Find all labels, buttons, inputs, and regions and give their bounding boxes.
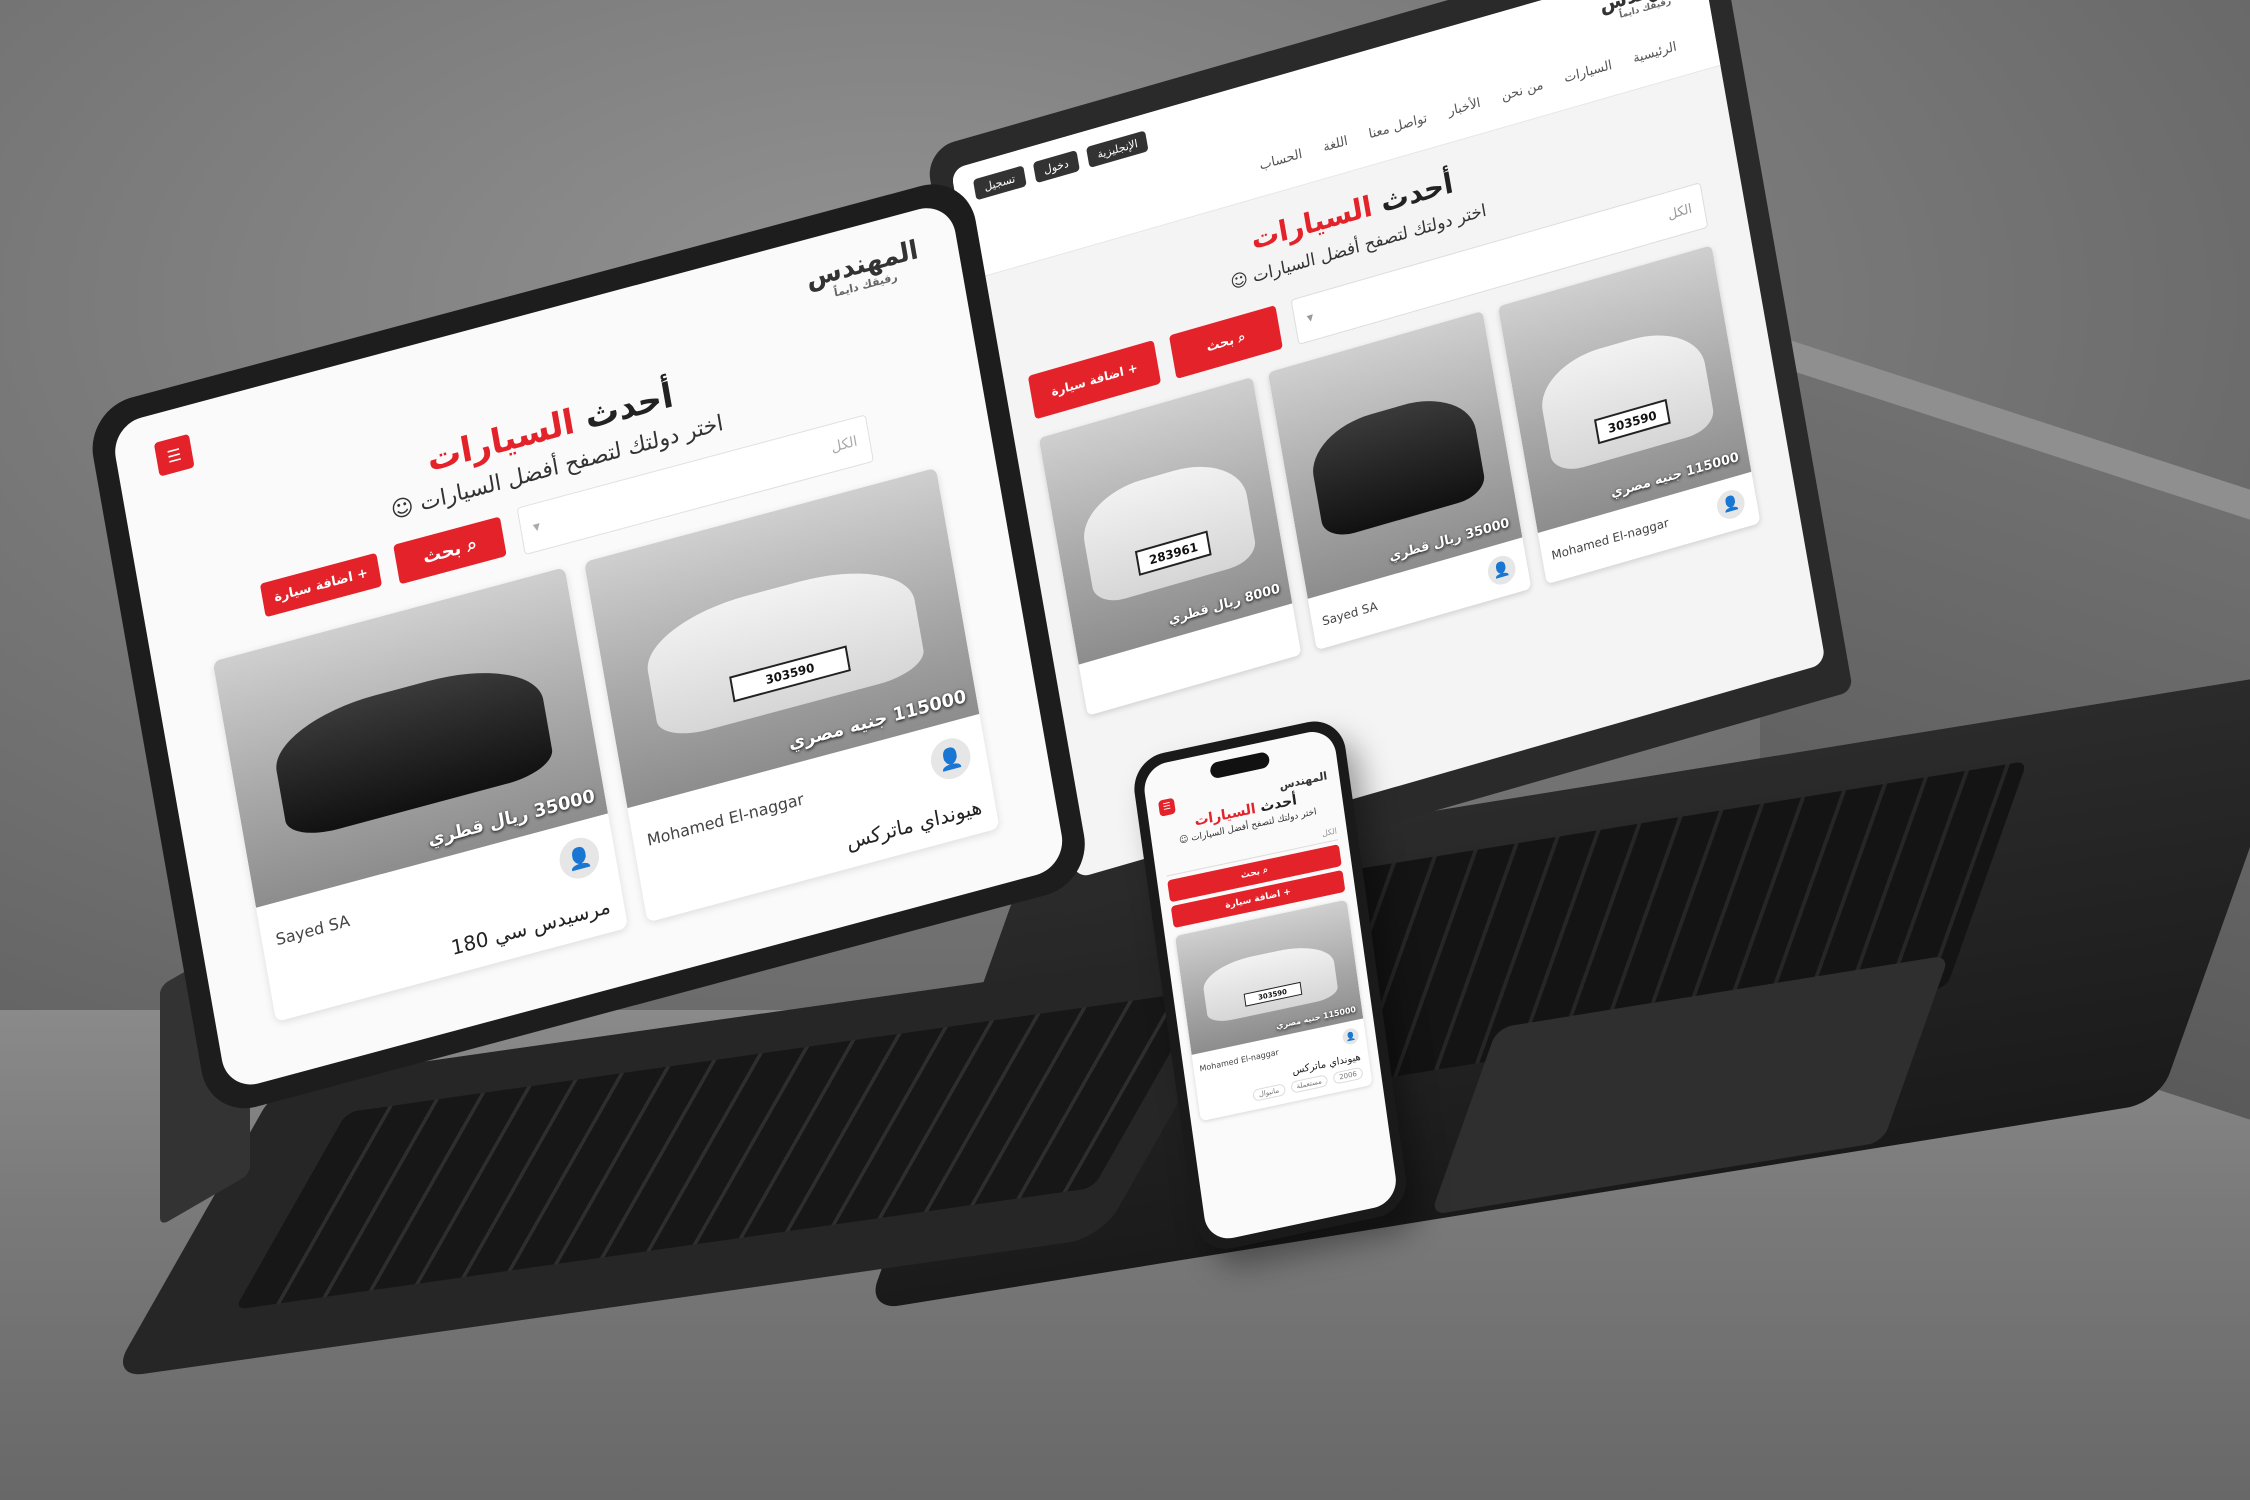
owner-name: Sayed SA (1321, 598, 1379, 629)
plus-icon: + (1126, 360, 1139, 378)
chevron-down-icon: ▾ (1305, 309, 1315, 327)
search-icon: ⌕ (465, 532, 479, 557)
nav-account[interactable]: الحساب (1258, 146, 1303, 173)
car-shape (1305, 386, 1488, 542)
country-select-value: الكل (1666, 201, 1694, 223)
add-car-label: اضافة سيارة (272, 569, 355, 605)
search-icon: ⌕ (1236, 329, 1247, 346)
register-button[interactable]: تسجيل (972, 164, 1027, 200)
car-price: 8000 ريال قطري (1167, 581, 1282, 629)
nav-home[interactable]: الرئيسية (1632, 39, 1678, 66)
car-card[interactable]: 35000 ريال قطري Sayed SA 👤 مرسيدس سي 180 (212, 567, 629, 1022)
car-card[interactable]: 35000 ريال قطري Sayed SA 👤 (1268, 310, 1532, 651)
nav-cars[interactable]: السيارات (1563, 57, 1613, 85)
search-button-label: بحث (421, 537, 463, 568)
login-button[interactable]: دخول (1032, 149, 1080, 183)
user-avatar-icon: 👤 (1340, 1025, 1361, 1048)
nav-about[interactable]: من نحن (1500, 77, 1544, 104)
country-select-value: الكل (830, 433, 859, 457)
menu-button[interactable]: ☰ (153, 433, 195, 477)
nav-news[interactable]: الأخبار (1447, 95, 1482, 119)
car-photo: 283961 8000 ريال قطري (1038, 376, 1293, 665)
plus-icon: + (355, 565, 370, 583)
user-avatar-icon: 👤 (554, 830, 605, 886)
car-shape (1535, 320, 1717, 476)
plus-icon: + (1282, 887, 1292, 899)
search-button-label: بحث (1240, 867, 1261, 882)
add-car-label: اضافة سيارة (1050, 364, 1125, 399)
add-car-label: اضافة سيارة (1224, 889, 1282, 911)
smile-icon: ☺ (1178, 834, 1190, 847)
menu-button[interactable]: ☰ (1157, 797, 1176, 817)
language-button[interactable]: الإنجليزية (1085, 129, 1149, 168)
nav-contact[interactable]: تواصل معنا (1368, 110, 1429, 141)
car-card[interactable]: 283961 8000 ريال قطري (1038, 376, 1302, 716)
hamburger-icon: ☰ (1162, 801, 1172, 814)
user-avatar-icon: 👤 (925, 731, 976, 787)
search-icon: ⌕ (1262, 865, 1269, 877)
car-card[interactable]: 303590 115000 جنيه مصري Mohamed El-nagga… (583, 467, 1000, 923)
chevron-down-icon: ▾ (531, 518, 542, 536)
car-card[interactable]: 303590 115000 جنيه مصري Mohamed El-nagga… (1174, 899, 1373, 1122)
nav-language[interactable]: اللغة (1322, 133, 1349, 155)
country-select-value: الكل (1321, 825, 1338, 838)
user-avatar-icon: 👤 (1712, 484, 1750, 525)
car-card[interactable]: 303590 115000 جنيه مصري Mohamed El-nagga… (1497, 245, 1761, 585)
owner-name: Sayed SA (274, 910, 352, 949)
user-avatar-icon: 👤 (1483, 550, 1520, 591)
search-button-label: بحث (1205, 332, 1236, 355)
brand-logo[interactable]: المهندس رفيقك دايماً (804, 234, 922, 304)
hamburger-icon: ☰ (165, 443, 183, 467)
car-shape (1076, 452, 1259, 608)
